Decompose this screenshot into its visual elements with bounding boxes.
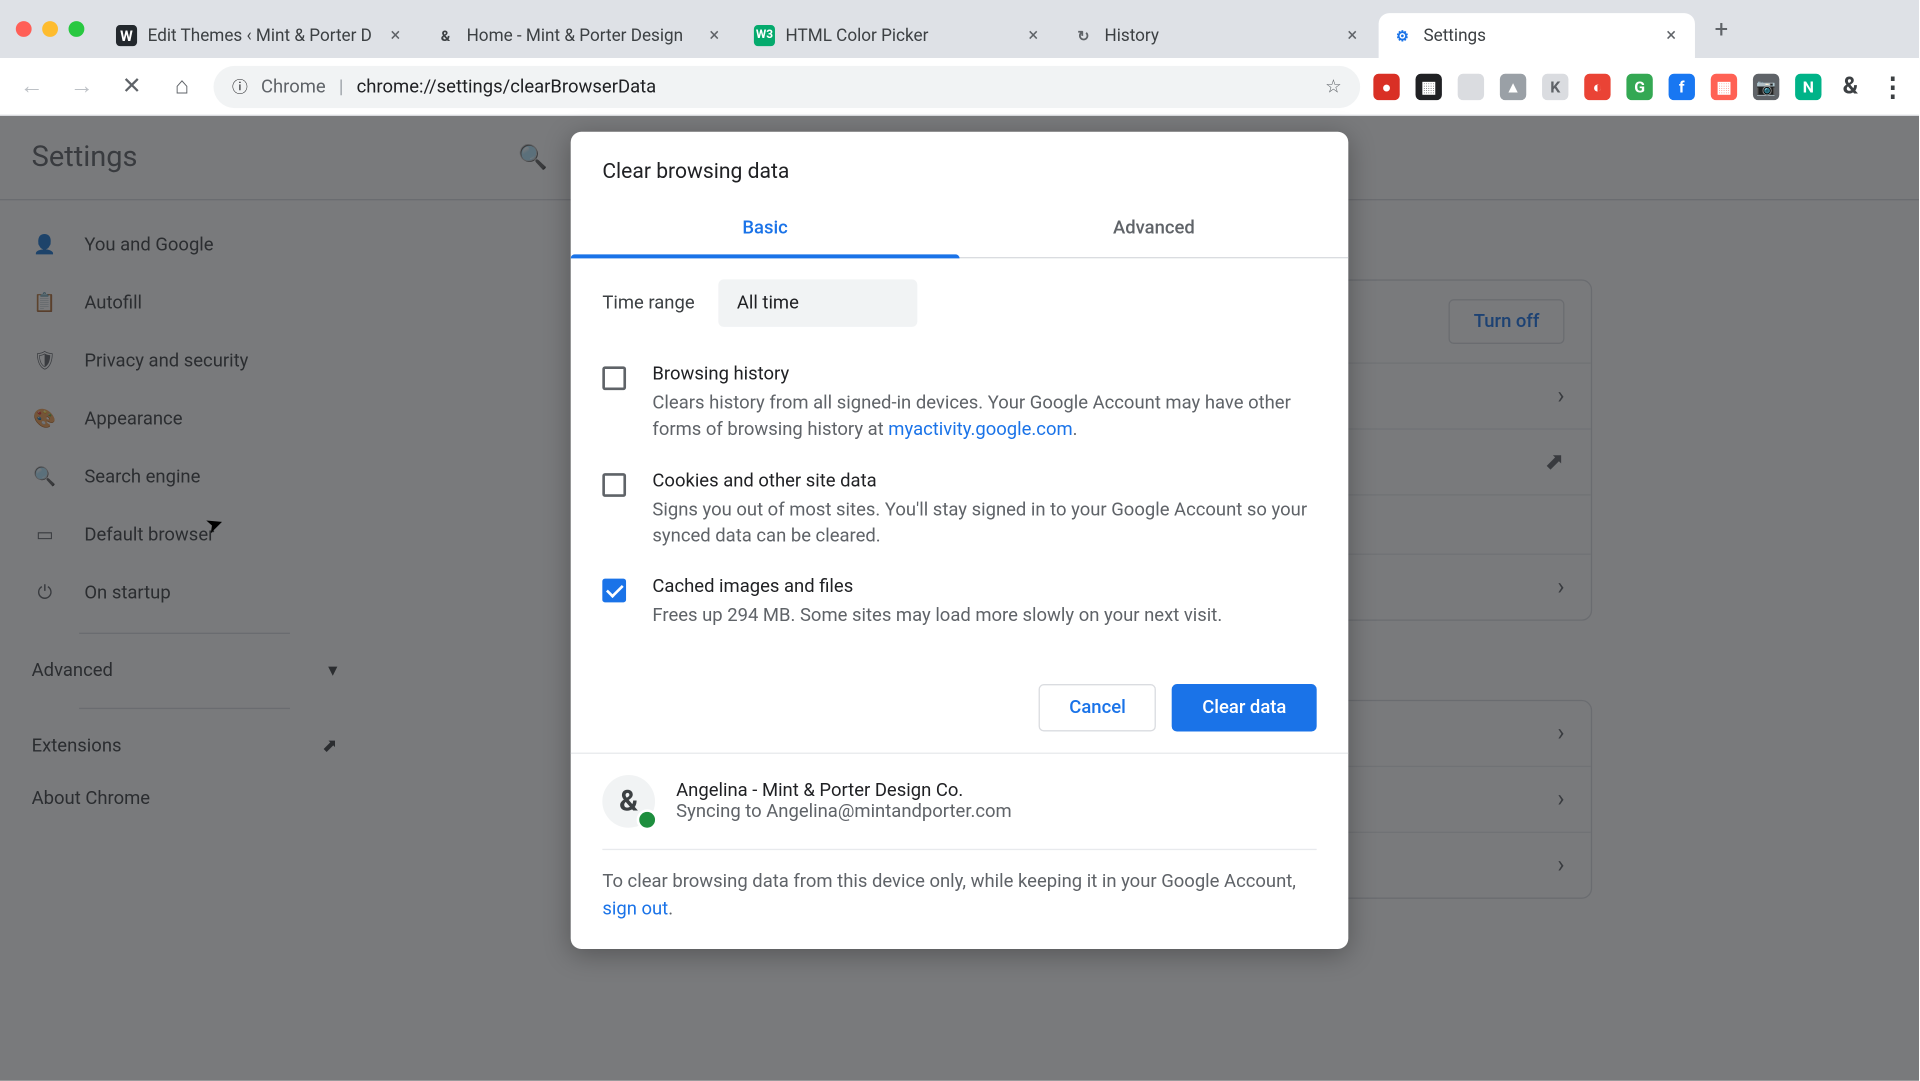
close-window-icon[interactable] bbox=[16, 21, 32, 37]
profile-icon[interactable]: & bbox=[1837, 73, 1863, 99]
option-cache[interactable]: Cached images and files Frees up 294 MB.… bbox=[602, 563, 1316, 642]
stop-reload-button[interactable]: ✕ bbox=[113, 68, 150, 105]
home-button[interactable]: ⌂ bbox=[163, 68, 200, 105]
time-range-select[interactable]: All time bbox=[718, 279, 917, 326]
ext-icon[interactable]: 📷 bbox=[1753, 73, 1779, 99]
maximize-window-icon[interactable] bbox=[69, 21, 85, 37]
option-title: Browsing history bbox=[652, 364, 1316, 385]
tab-color-picker[interactable]: W3 HTML Color Picker × bbox=[741, 13, 1057, 58]
option-description: Signs you out of most sites. You'll stay… bbox=[652, 496, 1316, 550]
url-scheme: Chrome bbox=[261, 76, 326, 97]
dialog-title: Clear browsing data bbox=[571, 132, 1349, 199]
ext-icon[interactable]: N bbox=[1795, 73, 1821, 99]
tab-title: Edit Themes ‹ Mint & Porter D bbox=[148, 26, 375, 46]
option-title: Cached images and files bbox=[652, 576, 1222, 597]
tab-settings[interactable]: ⚙ Settings × bbox=[1379, 13, 1695, 58]
address-bar[interactable]: ⓘ Chrome | chrome://settings/clearBrowse… bbox=[214, 65, 1361, 107]
site-info-icon[interactable]: ⓘ bbox=[232, 75, 248, 97]
settings-page: Settings 🔍 👤You and Google 📋Autofill 🛡Pr… bbox=[0, 116, 1919, 1081]
ext-icon[interactable]: G bbox=[1626, 73, 1652, 99]
account-sync-status: Syncing to Angelina@mintandporter.com bbox=[676, 802, 1012, 823]
settings-icon: ⚙ bbox=[1392, 25, 1413, 46]
checkbox[interactable] bbox=[602, 579, 626, 603]
browser-tabbar: W Edit Themes ‹ Mint & Porter D × & Home… bbox=[0, 0, 1919, 58]
close-icon[interactable]: × bbox=[704, 25, 725, 46]
time-range-label: Time range bbox=[602, 293, 694, 314]
checkbox[interactable] bbox=[602, 473, 626, 497]
tab-edit-themes[interactable]: W Edit Themes ‹ Mint & Porter D × bbox=[103, 13, 419, 58]
tab-basic[interactable]: Basic bbox=[571, 199, 960, 257]
menu-icon[interactable]: ⋮ bbox=[1879, 73, 1905, 99]
back-button[interactable]: ← bbox=[13, 68, 50, 105]
clear-data-button[interactable]: Clear data bbox=[1172, 685, 1317, 732]
clear-browsing-data-dialog: Clear browsing data Basic Advanced Time … bbox=[571, 132, 1349, 949]
tab-title: HTML Color Picker bbox=[786, 26, 1013, 46]
tab-title: Settings bbox=[1423, 26, 1650, 46]
option-description: Frees up 294 MB. Some sites may load mor… bbox=[652, 603, 1222, 630]
option-description: Clears history from all signed-in device… bbox=[652, 390, 1316, 444]
signout-hint: To clear browsing data from this device … bbox=[571, 851, 1349, 949]
ext-icon[interactable] bbox=[1458, 73, 1484, 99]
ext-icon[interactable]: K bbox=[1542, 73, 1568, 99]
tab-title: Home - Mint & Porter Design bbox=[467, 26, 694, 46]
url-text: chrome://settings/clearBrowserData bbox=[357, 76, 657, 97]
avatar: & bbox=[602, 776, 655, 829]
tab-home-mint-porter[interactable]: & Home - Mint & Porter Design × bbox=[422, 13, 738, 58]
close-icon[interactable]: × bbox=[1023, 25, 1044, 46]
wordpress-icon: W bbox=[116, 25, 137, 46]
account-info: & Angelina - Mint & Porter Design Co. Sy… bbox=[571, 755, 1349, 850]
sign-out-link[interactable]: sign out bbox=[602, 899, 668, 920]
close-icon[interactable]: × bbox=[1342, 25, 1363, 46]
forward-button[interactable]: → bbox=[63, 68, 100, 105]
myactivity-link[interactable]: myactivity.google.com bbox=[888, 420, 1072, 441]
tab-history[interactable]: ↻ History × bbox=[1060, 13, 1376, 58]
checkbox[interactable] bbox=[602, 366, 626, 390]
tab-advanced[interactable]: Advanced bbox=[960, 199, 1349, 257]
minimize-window-icon[interactable] bbox=[42, 21, 58, 37]
cancel-button[interactable]: Cancel bbox=[1039, 685, 1156, 732]
extension-icons: ● ▦ ▲ K ◐ G f ▦ 📷 N & ⋮ bbox=[1373, 73, 1905, 99]
account-name: Angelina - Mint & Porter Design Co. bbox=[676, 781, 1012, 802]
new-tab-button[interactable]: + bbox=[1703, 11, 1740, 48]
option-cookies[interactable]: Cookies and other site data Signs you ou… bbox=[602, 457, 1316, 563]
close-icon[interactable]: × bbox=[1661, 25, 1682, 46]
sync-badge-icon bbox=[637, 810, 658, 831]
browser-toolbar: ← → ✕ ⌂ ⓘ Chrome | chrome://settings/cle… bbox=[0, 58, 1919, 116]
tab-title: History bbox=[1104, 26, 1331, 46]
ext-icon[interactable]: ▲ bbox=[1500, 73, 1526, 99]
option-title: Cookies and other site data bbox=[652, 470, 1316, 491]
ext-icon[interactable]: ● bbox=[1373, 73, 1399, 99]
ext-icon[interactable]: f bbox=[1669, 73, 1695, 99]
history-icon: ↻ bbox=[1073, 25, 1094, 46]
ext-icon[interactable]: ◐ bbox=[1584, 73, 1610, 99]
option-browsing-history[interactable]: Browsing history Clears history from all… bbox=[602, 351, 1316, 457]
dialog-tabs: Basic Advanced bbox=[571, 199, 1349, 258]
window-controls bbox=[16, 21, 85, 37]
ampersand-icon: & bbox=[435, 25, 456, 46]
w3-icon: W3 bbox=[754, 25, 775, 46]
ext-icon[interactable]: ▦ bbox=[1711, 73, 1737, 99]
ext-icon[interactable]: ▦ bbox=[1416, 73, 1442, 99]
close-icon[interactable]: × bbox=[385, 25, 406, 46]
bookmark-icon[interactable]: ☆ bbox=[1325, 76, 1342, 97]
